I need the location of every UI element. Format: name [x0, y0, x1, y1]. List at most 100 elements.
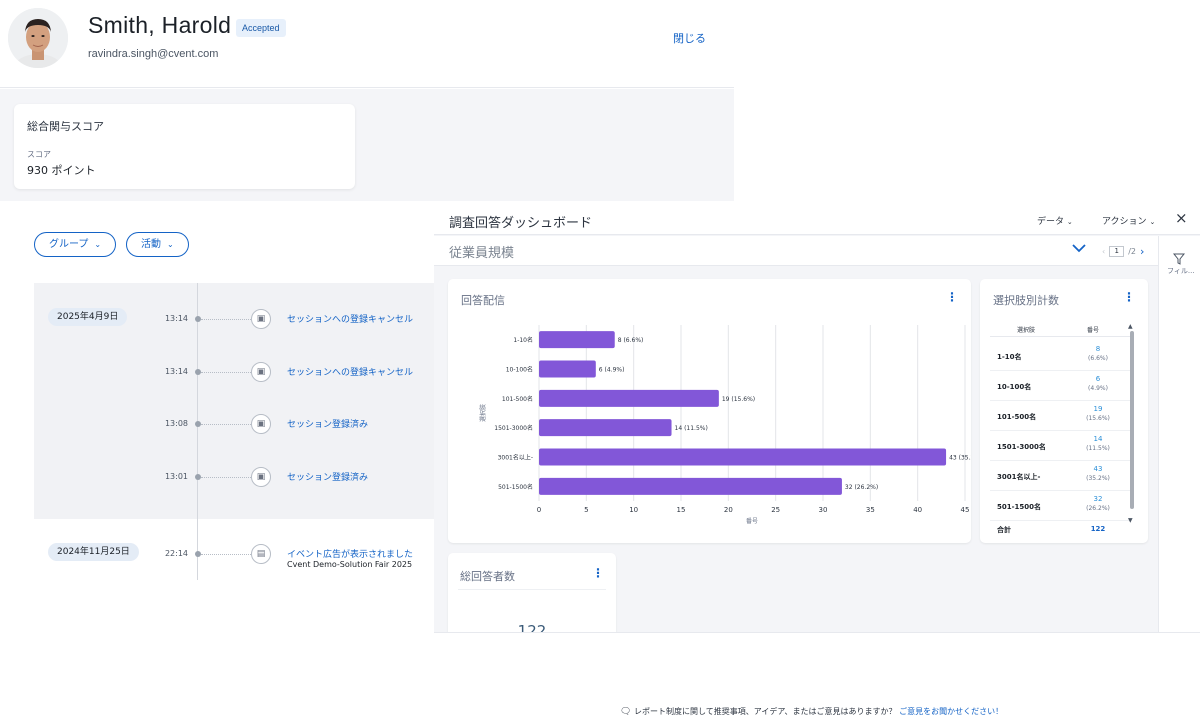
feedback-link[interactable]: ご意見をお聞かせください！: [899, 707, 1003, 716]
timeline-item-link[interactable]: セッション登録済み: [287, 470, 368, 483]
table-row: 1-10名 8 (6.6%): [990, 341, 1130, 371]
dashboard-title: 調査回答ダッシュボード: [449, 216, 593, 231]
group-filter-button[interactable]: グループ ⌄: [34, 232, 117, 257]
bar: [539, 419, 672, 437]
filter-sidebar: フィル...: [1158, 236, 1200, 632]
percent-cell: (15.6%): [1086, 415, 1110, 422]
ad-icon: ▤: [251, 544, 271, 564]
data-label: 6 (4.9%): [599, 367, 625, 374]
chevron-down-icon: ⌄: [1066, 218, 1073, 226]
session-icon: ▣: [251, 309, 271, 329]
count-link[interactable]: 14: [1083, 435, 1113, 443]
x-tick-label: 40: [913, 506, 922, 514]
choice-count-card: 選択肢別計数 ⋮ 選択肢 番号 1-10名 8 (6.6%) 10-100名 6 (4.9…: [980, 279, 1148, 543]
session-icon: ▣: [251, 467, 271, 487]
chevron-down-icon: ⌄: [167, 240, 174, 249]
score-value: 930 ポイント: [27, 164, 96, 177]
scroll-up-icon[interactable]: ▲: [1128, 323, 1133, 330]
y-tick-label: 10-100名: [506, 366, 533, 374]
chevron-down-icon: ⌄: [1149, 218, 1156, 226]
action-menu-label: アクション: [1102, 217, 1147, 227]
timeline-connector: [201, 477, 251, 478]
table-scrollbar[interactable]: [1130, 331, 1134, 509]
page-input[interactable]: 1: [1109, 246, 1125, 257]
choice-cell: 501-1500名: [997, 503, 1041, 511]
count-link[interactable]: 8: [1083, 345, 1113, 353]
x-tick-label: 35: [866, 506, 875, 514]
timeline-item-link[interactable]: セッションへの登録キャンセル: [287, 365, 413, 378]
session-icon: ▣: [251, 362, 271, 382]
timeline-time: 13:14: [164, 367, 188, 376]
bar: [539, 331, 615, 349]
table-row: 3001名以上- 43 (35.2%): [990, 461, 1130, 491]
activity-filter-button[interactable]: 活動 ⌄: [126, 232, 189, 257]
action-menu[interactable]: アクション ⌄: [1102, 214, 1155, 227]
timeline-time: 13:08: [164, 419, 188, 428]
timeline-date-chip: 2024年11月25日: [48, 543, 139, 561]
count-link[interactable]: 32: [1083, 495, 1113, 503]
bar: [539, 448, 947, 466]
y-tick-label: 1501-3000名: [494, 424, 533, 432]
percent-cell: (6.6%): [1088, 355, 1108, 362]
avatar: [8, 8, 68, 68]
percent-cell: (26.2%): [1086, 505, 1110, 512]
timeline-item-link[interactable]: セッション登録済み: [287, 417, 368, 430]
data-menu-label: データ: [1037, 217, 1065, 227]
close-link[interactable]: 閉じる: [673, 30, 706, 46]
table-row: 501-1500名 32 (26.2%): [990, 491, 1130, 521]
table-header: 選択肢 番号: [990, 323, 1130, 337]
timeline-connector: [201, 319, 251, 320]
score-card-title: 総合関与スコア: [27, 120, 104, 133]
attendee-name: Smith, Harold: [88, 12, 232, 38]
prev-page-icon[interactable]: ‹: [1102, 247, 1105, 256]
choice-cell: 1501-3000名: [997, 443, 1046, 451]
group-filter-label: グループ: [49, 239, 89, 250]
y-tick-label: 1-10名: [513, 336, 533, 344]
timeline-item-link[interactable]: セッションへの登録キャンセル: [287, 312, 413, 325]
chevron-down-icon: ⌄: [94, 240, 102, 249]
x-tick-label: 0: [537, 506, 541, 514]
timeline-connector: [201, 424, 251, 425]
x-tick-label: 30: [819, 506, 828, 514]
total-label: 合計: [997, 526, 1011, 534]
dashboard-toolbar: 調査回答ダッシュボード データ ⌄ アクション ⌄ ×: [434, 203, 1200, 235]
y-tick-label: 3001名以上-: [498, 454, 533, 462]
data-menu[interactable]: データ ⌄: [1037, 214, 1073, 227]
choice-cell: 3001名以上-: [997, 473, 1041, 481]
percent-cell: (4.9%): [1088, 385, 1108, 392]
dashboard-footer: 🗨 レポート制度に関して推奨事項、アイデア、またはご意見はありますか？ ご意見を…: [434, 632, 1200, 718]
choice-cell: 10-100名: [997, 383, 1032, 391]
bar-chart: 0 5 10 15 20 25 30 35 40 45 1-10名 8 (6.6%) 10-100名 6 …: [479, 325, 971, 525]
close-icon[interactable]: ×: [1175, 209, 1188, 227]
choice-cell: 101-500名: [997, 413, 1037, 421]
percent-cell: (35.2%): [1086, 475, 1110, 482]
score-label: スコア: [27, 150, 51, 159]
count-link[interactable]: 19: [1083, 405, 1113, 413]
column-header-choice: 選択肢: [1017, 327, 1036, 334]
pager: ‹ 1 /2 ›: [1102, 245, 1144, 258]
count-link[interactable]: 6: [1083, 375, 1113, 383]
y-tick-label: 501-1500名: [498, 483, 533, 491]
more-options-icon[interactable]: ⋮: [592, 567, 604, 579]
more-options-icon[interactable]: ⋮: [1123, 291, 1135, 303]
y-axis-label: 選択肢: [479, 404, 487, 422]
timeline-time: 22:14: [164, 549, 188, 558]
activity-filter-label: 活動: [141, 239, 161, 250]
data-label: 32 (26.2%): [845, 484, 878, 491]
timeline-item-link[interactable]: イベント広告が表示されました: [287, 547, 413, 560]
expand-chevron-icon[interactable]: [1072, 243, 1086, 256]
x-axis-label: 番号: [746, 518, 758, 525]
count-link[interactable]: 43: [1083, 465, 1113, 473]
section-title: 従業員規模: [449, 246, 515, 261]
section-header: 従業員規模 ‹ 1 /2 ›: [434, 236, 1158, 266]
feedback-bar: 🗨 レポート制度に関して推奨事項、アイデア、またはご意見はありますか？ ご意見を…: [620, 706, 1003, 717]
total-card-title: 総回答者数: [460, 570, 515, 583]
timeline-item-event: Cvent Demo-Solution Fair 2025: [287, 560, 413, 569]
data-label: 43 (35.2: [949, 455, 971, 462]
next-page-icon[interactable]: ›: [1140, 245, 1144, 258]
choice-cell: 1-10名: [997, 353, 1022, 361]
scroll-down-icon[interactable]: ▼: [1128, 517, 1133, 524]
timeline-connector: [201, 554, 251, 555]
page-total: /2: [1128, 247, 1136, 256]
x-tick-label: 45: [961, 506, 970, 514]
